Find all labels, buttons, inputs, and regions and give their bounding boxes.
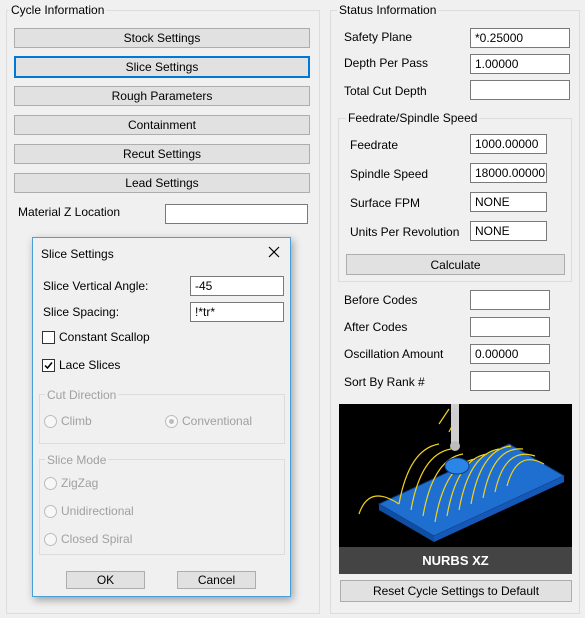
units-per-revolution-field[interactable]: NONE (470, 221, 547, 241)
slice-settings-button[interactable]: Slice Settings (14, 56, 310, 78)
closed-spiral-label: Closed Spiral (61, 532, 133, 546)
safety-plane-field[interactable]: *0.25000 (470, 28, 570, 48)
after-codes-label: After Codes (344, 320, 408, 334)
surface-fpm-field[interactable]: NONE (470, 192, 547, 212)
before-codes-label: Before Codes (344, 293, 418, 307)
status-information-title: Status Information (337, 3, 439, 17)
lace-slices-checkbox[interactable] (42, 359, 55, 372)
recut-settings-button[interactable]: Recut Settings (14, 144, 310, 164)
zigzag-radio[interactable] (44, 477, 57, 490)
constant-scallop-label: Constant Scallop (59, 330, 150, 344)
spindle-speed-field[interactable]: 18000.00000 (470, 163, 547, 183)
climb-label: Climb (61, 414, 92, 428)
rough-parameters-button[interactable]: Rough Parameters (14, 86, 310, 106)
sort-by-rank-label: Sort By Rank # (344, 375, 425, 389)
feedrate-label: Feedrate (350, 138, 399, 152)
feed-spindle-title: Feedrate/Spindle Speed (346, 111, 480, 125)
slice-settings-dialog: Slice Settings Slice Vertical Angle: -45… (32, 237, 291, 597)
spindle-speed-label: Spindle Speed (350, 167, 429, 181)
cancel-button[interactable]: Cancel (177, 571, 256, 589)
constant-scallop-checkbox[interactable] (42, 331, 55, 344)
lace-slices-label: Lace Slices (59, 358, 121, 372)
surface-fpm-label: Surface FPM (350, 196, 421, 210)
unidirectional-radio[interactable] (44, 505, 57, 518)
slice-spacing-field[interactable]: !*tr* (190, 302, 284, 322)
sort-by-rank-field[interactable] (470, 371, 550, 391)
depth-per-pass-label: Depth Per Pass (344, 56, 429, 70)
closed-spiral-radio[interactable] (44, 533, 57, 546)
lead-settings-button[interactable]: Lead Settings (14, 173, 310, 193)
after-codes-field[interactable] (470, 317, 550, 337)
containment-button[interactable]: Containment (14, 115, 310, 135)
slice-vertical-angle-label: Slice Vertical Angle: (43, 279, 149, 293)
before-codes-field[interactable] (470, 290, 550, 310)
toolpath-preview-image: NURBS XZ (339, 404, 572, 574)
slice-spacing-label: Slice Spacing: (43, 305, 120, 319)
close-icon[interactable] (266, 244, 282, 260)
stock-settings-button[interactable]: Stock Settings (14, 28, 310, 48)
ok-button[interactable]: OK (66, 571, 145, 589)
total-cut-depth-field[interactable] (470, 80, 570, 100)
slice-mode-title: Slice Mode (45, 453, 109, 467)
oscillation-amount-label: Oscillation Amount (344, 347, 444, 361)
unidirectional-label: Unidirectional (61, 504, 134, 518)
oscillation-amount-field[interactable]: 0.00000 (470, 344, 550, 364)
conventional-label: Conventional (182, 414, 253, 428)
calculate-button[interactable]: Calculate (346, 254, 565, 275)
dialog-title: Slice Settings (41, 247, 114, 261)
feedrate-field[interactable]: 1000.00000 (470, 134, 547, 154)
cut-direction-title: Cut Direction (45, 388, 119, 402)
nurbs-part-illustration (358, 404, 566, 542)
material-z-field[interactable] (165, 204, 308, 224)
zigzag-label: ZigZag (61, 476, 99, 490)
climb-radio[interactable] (44, 415, 57, 428)
slice-vertical-angle-field[interactable]: -45 (190, 276, 284, 296)
reset-cycle-settings-button[interactable]: Reset Cycle Settings to Default (340, 580, 572, 602)
material-z-label: Material Z Location (18, 205, 121, 219)
units-per-revolution-label: Units Per Revolution (350, 225, 460, 239)
depth-per-pass-field[interactable]: 1.00000 (470, 54, 570, 74)
total-cut-depth-label: Total Cut Depth (344, 84, 427, 98)
preview-caption: NURBS XZ (339, 547, 572, 574)
safety-plane-label: Safety Plane (344, 30, 413, 44)
conventional-radio[interactable] (165, 415, 178, 428)
checkmark-icon (44, 362, 53, 370)
cycle-information-title: Cycle Information (9, 3, 107, 17)
